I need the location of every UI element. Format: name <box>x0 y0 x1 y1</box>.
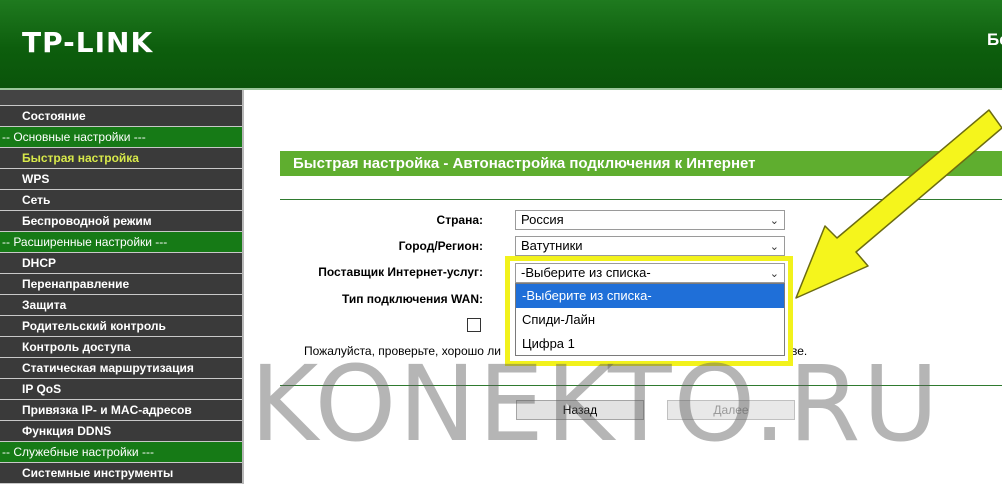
country-label: Страна: <box>436 213 483 227</box>
sidebar-item[interactable]: Родительский контроль <box>0 316 242 337</box>
sidebar: Состояние -- Основные настройки --- Быстра… <box>0 90 244 484</box>
wan-type-label: Тип подключения WAN: <box>341 292 483 306</box>
sidebar-top-spacer <box>0 90 242 106</box>
country-value: Россия <box>521 212 564 227</box>
next-button[interactable]: Далее <box>667 400 795 420</box>
bottom-divider <box>280 385 1002 386</box>
sidebar-item[interactable]: DHCP <box>0 253 242 274</box>
sidebar-group-header[interactable]: -- Основные настройки --- <box>0 127 242 148</box>
sidebar-item[interactable]: Привязка IP- и MAC-адресов <box>0 400 242 421</box>
highlight-frame <box>505 256 793 366</box>
notice-text-right: ве. <box>791 344 808 358</box>
sidebar-item[interactable]: Сеть <box>0 190 242 211</box>
title-divider <box>280 199 1002 200</box>
sidebar-item[interactable]: Перенаправление <box>0 274 242 295</box>
sidebar-item[interactable]: IP QoS <box>0 379 242 400</box>
chevron-down-icon: ⌄ <box>769 215 779 227</box>
sidebar-item[interactable]: Контроль доступа <box>0 337 242 358</box>
sidebar-item[interactable]: Быстрая настройка <box>0 148 242 169</box>
city-value: Ватутники <box>521 238 583 253</box>
sidebar-item[interactable]: Состояние <box>0 106 242 127</box>
tp-link-logo: TP-LINK <box>22 26 154 59</box>
sidebar-item[interactable]: Защита <box>0 295 242 316</box>
sidebar-item[interactable]: Системные инструменты <box>0 463 242 484</box>
sidebar-border <box>242 90 244 484</box>
header-right-text: Бе <box>987 30 1002 49</box>
city-select[interactable]: Ватутники ⌄ <box>515 236 785 256</box>
notice-text-left: Пожалуйста, проверьте, хорошо ли <box>304 344 501 358</box>
sidebar-item[interactable]: WPS <box>0 169 242 190</box>
header: TP-LINK Бе <box>0 0 1002 88</box>
sidebar-item[interactable]: Функция DDNS <box>0 421 242 442</box>
chevron-down-icon: ⌄ <box>769 241 779 253</box>
sidebar-item[interactable]: Беспроводной режим <box>0 211 242 232</box>
confirm-checkbox[interactable] <box>467 318 481 332</box>
sidebar-menu: Состояние -- Основные настройки --- Быстра… <box>0 90 242 484</box>
page-title: Быстрая настройка - Автонастройка подклю… <box>280 151 1002 176</box>
back-button[interactable]: Назад <box>516 400 644 420</box>
sidebar-item[interactable]: Статическая маршрутизация <box>0 358 242 379</box>
sidebar-group-header[interactable]: -- Расширенные настройки --- <box>0 232 242 253</box>
sidebar-group-header[interactable]: -- Служебные настройки --- <box>0 442 242 463</box>
country-select[interactable]: Россия ⌄ <box>515 210 785 230</box>
isp-label: Поставщик Интернет-услуг: <box>318 265 483 279</box>
city-label: Город/Регион: <box>398 239 483 253</box>
